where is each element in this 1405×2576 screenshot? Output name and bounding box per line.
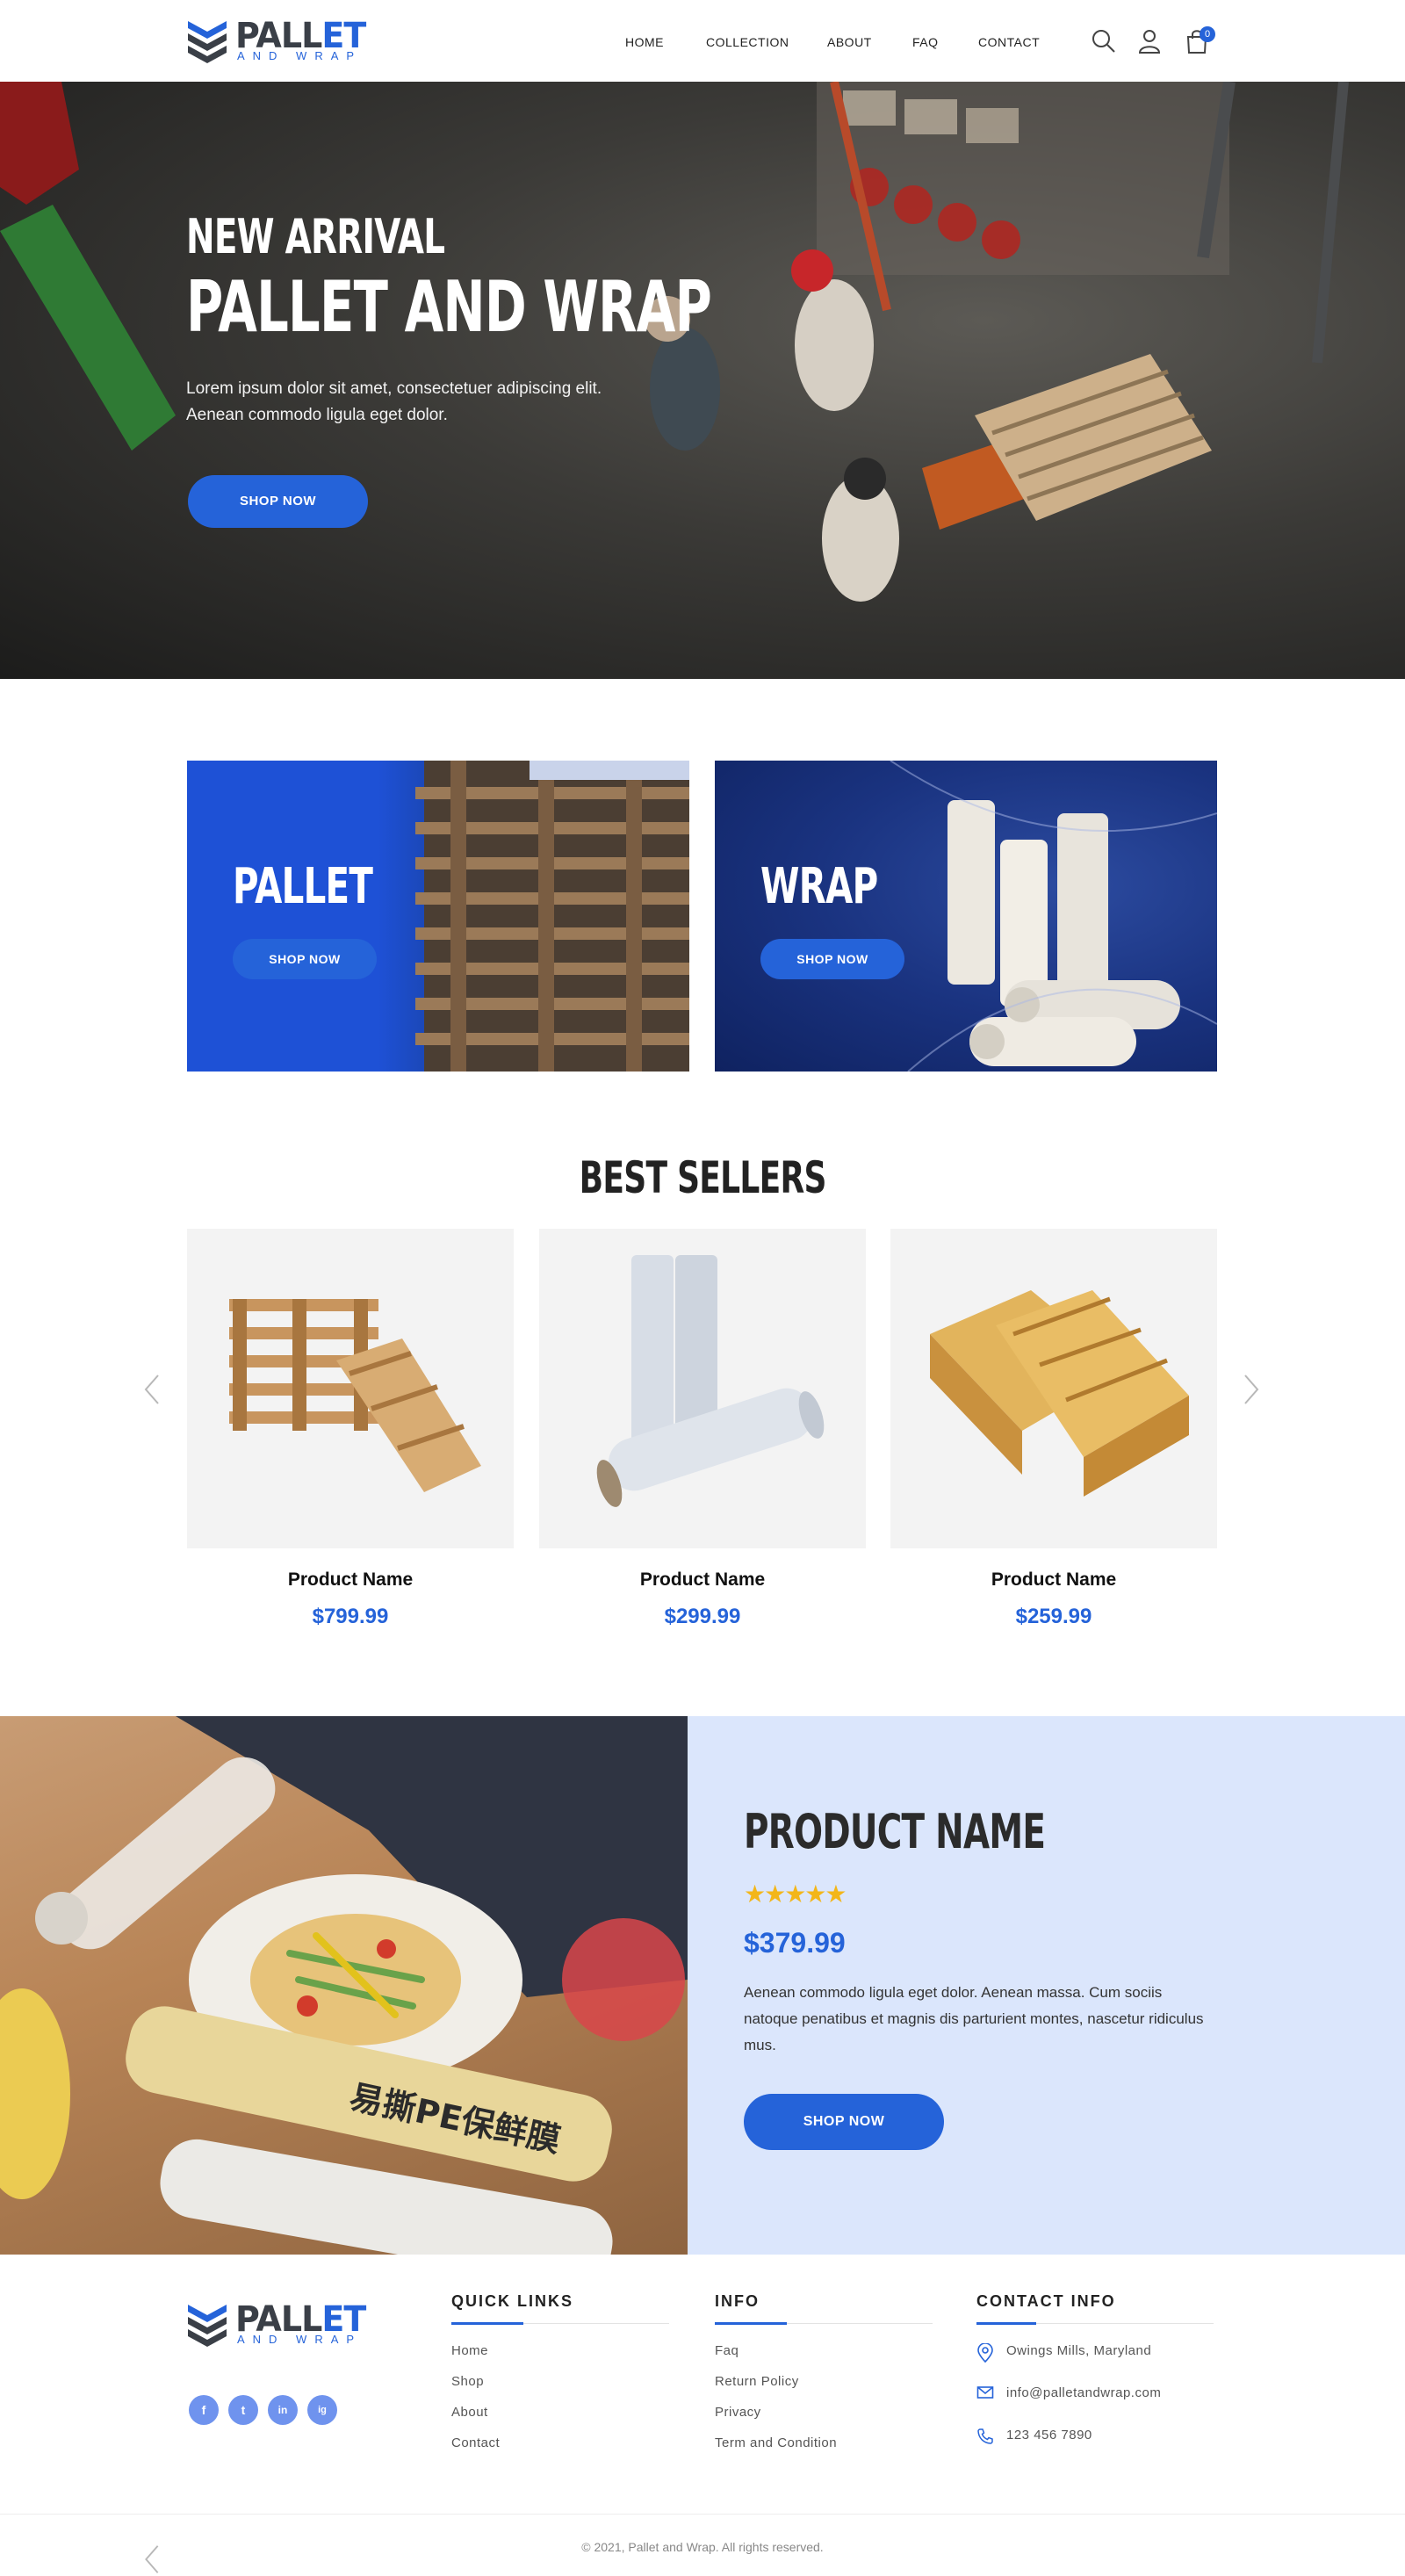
pallet-stack-image: [415, 761, 689, 1072]
product-card[interactable]: Product Name $799.99: [187, 1229, 514, 1629]
heading-underline: [451, 2322, 669, 2325]
product-price: $799.99: [312, 1605, 389, 1628]
footer-brand-logo[interactable]: PALLET AND WRAP: [186, 2299, 384, 2350]
instagram-icon[interactable]: ig: [307, 2395, 337, 2425]
mail-icon: [976, 2386, 994, 2399]
logo-chevron-icon: [188, 21, 227, 63]
twitter-icon[interactable]: t: [228, 2395, 258, 2425]
featured-product-panel: PRODUCT NAME ★★★★★ $379.99 Aenean commod…: [688, 1716, 1405, 2255]
footer-contact-info: CONTACT INFO Owings Mills, Maryland info…: [976, 2292, 1214, 2470]
hero-title: PALLET AND WRAP: [186, 266, 712, 348]
product-name[interactable]: Product Name: [539, 1569, 866, 1591]
category-card-wrap[interactable]: WRAP SHOP NOW: [715, 761, 1217, 1072]
featured-product-description: Aenean commodo ligula eget dolor. Aenean…: [744, 1984, 1204, 2053]
wrap-rolls-image: [890, 761, 1217, 1072]
hero-banner: NEW ARRIVAL PALLET AND WRAP Lorem ipsum …: [0, 82, 1405, 679]
best-sellers-title: BEST SELLERS: [579, 1152, 826, 1203]
nav-faq[interactable]: FAQ: [912, 35, 939, 49]
featured-product-title: PRODUCT NAME: [744, 1804, 1046, 1859]
user-icon[interactable]: [1136, 28, 1163, 54]
footer-info: INFO Faq Return Policy Privacy Term and …: [715, 2292, 933, 2466]
hero-shop-now-button[interactable]: SHOP NOW: [188, 475, 368, 528]
site-header: PALLET AND WRAP HOME COLLECTION ABOUT FA…: [0, 0, 1405, 82]
search-icon[interactable]: [1091, 28, 1117, 54]
facebook-icon[interactable]: f: [189, 2395, 219, 2425]
footer-link-about[interactable]: About: [451, 2405, 669, 2435]
pallet-shop-now-button[interactable]: SHOP NOW: [233, 939, 377, 979]
product-price: $299.99: [664, 1605, 741, 1628]
quick-links-heading: QUICK LINKS: [451, 2292, 573, 2310]
wrap-shop-now-button[interactable]: SHOP NOW: [760, 939, 904, 979]
product-card[interactable]: Product Name $299.99: [539, 1229, 866, 1629]
nav-contact[interactable]: CONTACT: [978, 35, 1040, 49]
featured-product-image: 易撕PE保鲜膜: [0, 1716, 688, 2255]
cart-count-badge: 0: [1200, 26, 1215, 42]
footer-link-return-policy[interactable]: Return Policy: [715, 2374, 933, 2405]
carousel-next-arrow-icon[interactable]: [1240, 1372, 1263, 1407]
phone-icon: [977, 2428, 993, 2444]
product-card[interactable]: Product Name $259.99: [890, 1229, 1217, 1629]
footer-link-faq[interactable]: Faq: [715, 2343, 933, 2374]
info-heading: INFO: [715, 2292, 760, 2310]
stretch-wrap-rolls-image: [596, 1255, 825, 1507]
brand-logo[interactable]: PALLET AND WRAP: [186, 16, 384, 67]
location-pin-icon: [977, 2343, 993, 2363]
footer-link-terms[interactable]: Term and Condition: [715, 2435, 933, 2466]
brand-tagline: AND WRAP: [237, 49, 363, 62]
food-wrap-scene-image: 易撕PE保鲜膜: [0, 1716, 688, 2255]
stacked-pallets-image: [930, 1290, 1189, 1497]
featured-product-price: $379.99: [744, 1927, 846, 1959]
featured-shop-now-button[interactable]: SHOP NOW: [744, 2094, 944, 2150]
nav-about[interactable]: ABOUT: [827, 35, 872, 49]
wood-pallet-stack-image: [229, 1299, 481, 1492]
carousel-prev-arrow-icon[interactable]: [140, 1372, 163, 1407]
hero-eyebrow: NEW ARRIVAL: [186, 209, 445, 264]
contact-phone[interactable]: 123 456 7890: [976, 2428, 1214, 2470]
nav-collection[interactable]: COLLECTION: [706, 35, 789, 49]
logo-chevron-icon: [188, 2305, 227, 2347]
rating-stars-icon: ★★★★★: [744, 1880, 847, 1908]
product-name[interactable]: Product Name: [890, 1569, 1217, 1591]
footer-divider: [0, 2514, 1405, 2515]
footer-link-shop[interactable]: Shop: [451, 2374, 669, 2405]
heading-underline: [715, 2322, 933, 2325]
brand-tagline: AND WRAP: [237, 2333, 363, 2346]
category-card-pallet[interactable]: PALLET SHOP NOW: [187, 761, 689, 1072]
footer-link-privacy[interactable]: Privacy: [715, 2405, 933, 2435]
footer-link-contact[interactable]: Contact: [451, 2435, 669, 2466]
product-image[interactable]: [539, 1229, 866, 1548]
product-price: $259.99: [1015, 1605, 1092, 1628]
copyright-text: © 2021, Pallet and Wrap. All rights rese…: [581, 2540, 824, 2554]
product-image[interactable]: [890, 1229, 1217, 1548]
product-name[interactable]: Product Name: [187, 1569, 514, 1591]
category-title-pallet: PALLET: [233, 858, 373, 915]
nav-home[interactable]: HOME: [625, 35, 664, 49]
category-title-wrap: WRAP: [760, 858, 878, 915]
footer-link-home[interactable]: Home: [451, 2343, 669, 2374]
contact-address: Owings Mills, Maryland: [976, 2343, 1214, 2385]
linkedin-icon[interactable]: in: [268, 2395, 298, 2425]
hero-description: Lorem ipsum dolor sit amet, consectetuer…: [186, 379, 602, 424]
contact-heading: CONTACT INFO: [976, 2292, 1116, 2310]
heading-underline: [976, 2322, 1214, 2325]
product-image[interactable]: [187, 1229, 514, 1548]
contact-email[interactable]: info@palletandwrap.com: [976, 2385, 1214, 2428]
footer-quick-links: QUICK LINKS Home Shop About Contact: [451, 2292, 669, 2466]
